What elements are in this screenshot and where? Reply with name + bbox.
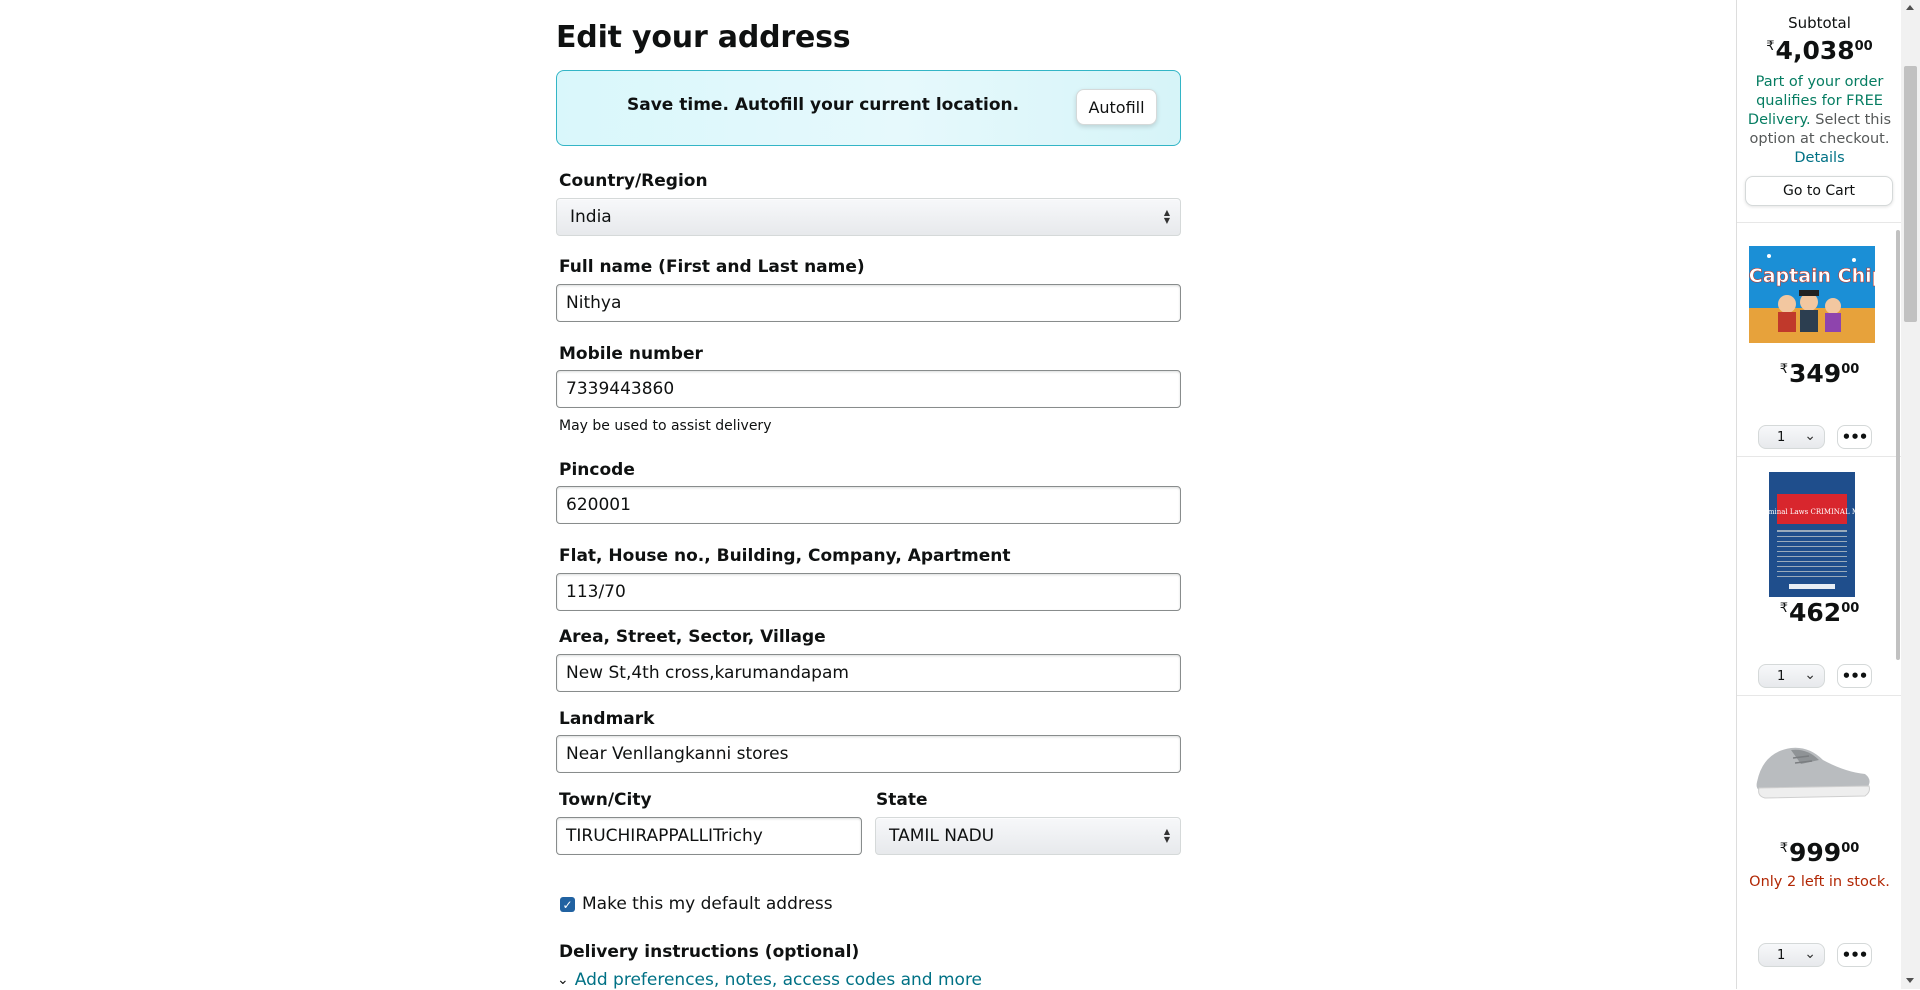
stock-warning: Only 2 left in stock. [1749,874,1890,890]
select-caret-icon: ▲ ▼ [1163,827,1170,844]
more-options-button[interactable]: ••• [1837,943,1872,967]
free-delivery-note: Part of your order qualifies for FREE De… [1747,74,1892,168]
state-label: State [876,790,928,810]
select-caret-icon: ▲ ▼ [1163,208,1170,225]
city-label: Town/City [559,790,652,810]
divider [1737,222,1902,223]
cart-sidebar: Subtotal ₹4,03800 Part of your order qua… [1736,0,1902,989]
product-image-shoe[interactable] [1749,730,1875,810]
more-options-button[interactable]: ••• [1837,425,1872,449]
chevron-down-icon: ⌄ [1804,946,1816,962]
more-options-button[interactable]: ••• [1837,664,1872,688]
more-icon: ••• [1841,428,1869,446]
divider [1737,456,1902,457]
landmark-label: Landmark [559,709,655,729]
delivery-instructions-label: Delivery instructions (optional) [559,942,860,962]
product-image-criminal-manual[interactable]: New Criminal Laws CRIMINAL MANUAL [1738,472,1886,597]
more-icon: ••• [1841,946,1869,964]
chevron-down-icon: ⌄ [1804,667,1816,683]
details-link[interactable]: Details [1747,149,1892,168]
mobile-input[interactable]: 7339443860 [556,370,1181,408]
scroll-down-icon[interactable] [1906,978,1914,983]
item-price: ₹34900 [1779,359,1860,388]
autofill-banner: Save time. Autofill your current locatio… [556,70,1181,146]
quantity-select[interactable]: 1 ⌄ [1758,943,1825,967]
landmark-input[interactable]: Near Venllangkanni stores [556,735,1181,773]
mobile-label: Mobile number [559,344,703,364]
autofill-button[interactable]: Autofill [1076,89,1157,125]
flat-input[interactable]: 113/70 [556,573,1181,611]
sidebar-scrollbar[interactable] [1896,230,1900,660]
more-icon: ••• [1841,667,1869,685]
delivery-instructions-link[interactable]: ⌄ Add preferences, notes, access codes a… [557,970,982,990]
svg-text:New Criminal Laws CRIMINAL MAN: New Criminal Laws CRIMINAL MANUAL [1769,508,1855,516]
country-label: Country/Region [559,171,708,191]
pincode-input[interactable]: 620001 [556,486,1181,524]
default-address-checkbox[interactable]: ✓ [560,897,575,912]
svg-text:Captain Chip: Captain Chip [1749,265,1875,287]
quantity-select[interactable]: 1 ⌄ [1758,664,1825,688]
scroll-up-icon[interactable] [1906,5,1914,10]
state-select[interactable]: TAMIL NADU ▲ ▼ [875,817,1181,855]
divider [1737,695,1902,696]
area-label: Area, Street, Sector, Village [559,627,826,647]
chevron-down-icon: ⌄ [1804,428,1816,444]
scroll-thumb[interactable] [1904,66,1917,322]
subtotal-price: ₹4,03800 [1766,36,1873,65]
page-title: Edit your address [556,20,851,55]
full-name-input[interactable]: Nithya [556,284,1181,322]
chevron-down-icon: ⌄ [557,972,569,988]
quantity-select[interactable]: 1 ⌄ [1758,425,1825,449]
default-address-label[interactable]: Make this my default address [582,894,833,914]
delivery-link-text[interactable]: Add preferences, notes, access codes and… [575,970,982,990]
pincode-label: Pincode [559,460,635,480]
city-input[interactable]: TIRUCHIRAPPALLITrichy [556,817,862,855]
checkbox-check-icon: ✓ [562,897,573,912]
item-price: ₹99900 [1779,838,1860,867]
go-to-cart-button[interactable]: Go to Cart [1745,176,1893,206]
full-name-label: Full name (First and Last name) [559,257,865,277]
item-price: ₹46200 [1779,598,1860,627]
flat-label: Flat, House no., Building, Company, Apar… [559,546,1011,566]
mobile-hint: May be used to assist delivery [559,418,772,434]
page-scrollbar[interactable] [1901,0,1920,989]
product-image-captain-chip[interactable]: Captain Chip [1748,246,1886,343]
area-input[interactable]: New St,4th cross,karumandapam [556,654,1181,692]
country-select[interactable]: India ▲ ▼ [556,198,1181,236]
country-value: India [570,207,612,227]
state-value: TAMIL NADU [889,826,995,846]
autofill-text: Save time. Autofill your current locatio… [627,95,1020,115]
subtotal-label: Subtotal [1788,14,1851,32]
